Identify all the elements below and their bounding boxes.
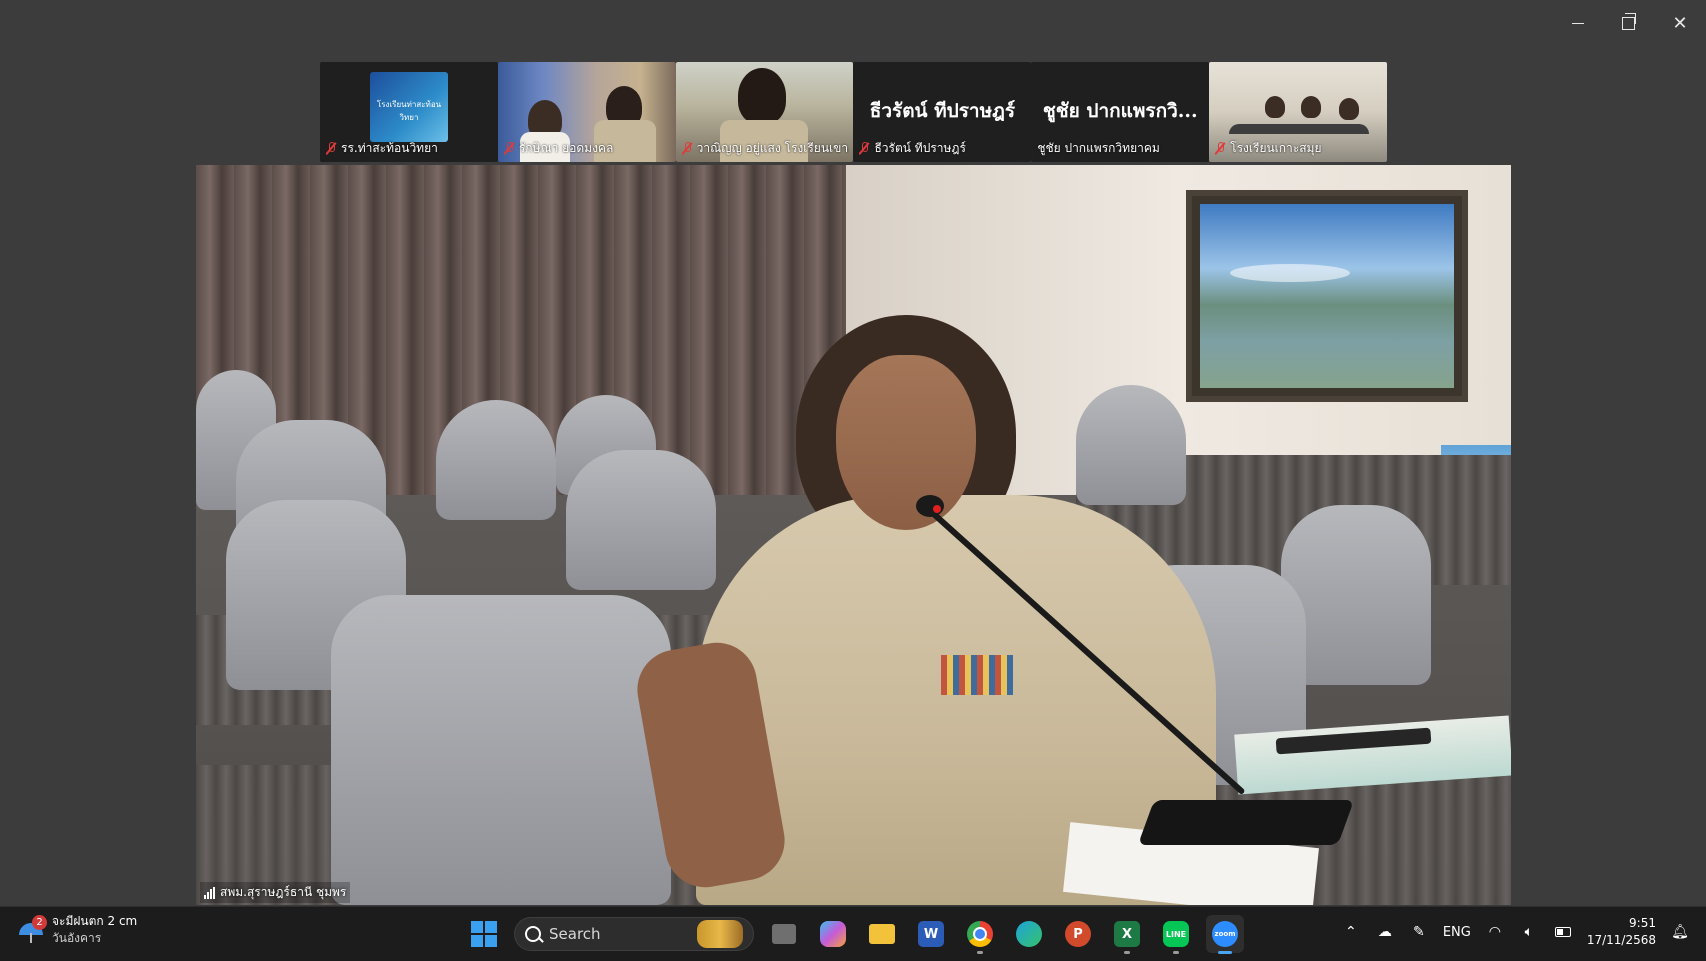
edge-icon	[1016, 921, 1042, 947]
language-indicator[interactable]: ENG	[1443, 925, 1471, 940]
landscape-painting	[1186, 190, 1468, 402]
participant-name-label: รักษิณา ยอดมงคล	[504, 139, 672, 158]
participant-name-label: ธีวรัตน์ ทีปราษฎร์	[859, 139, 1027, 158]
battery-icon[interactable]	[1553, 922, 1573, 942]
excel-button[interactable]: X	[1108, 915, 1146, 954]
weather-forecast: จะมีฝนตก 2 cm	[52, 914, 138, 928]
participant-name-label: วาณิญญ อยู่แสง โรงเรียนเขา...	[682, 139, 850, 158]
zoom-icon: zoom	[1212, 921, 1238, 947]
powerpoint-icon: P	[1065, 921, 1091, 947]
weather-text: จะมีฝนตก 2 cm วันอังคาร	[52, 913, 137, 947]
search-placeholder: Search	[549, 925, 601, 943]
participant-name: วาณิญญ อยู่แสง โรงเรียนเขา...	[696, 141, 850, 155]
chevron-up-icon: ⌃	[1344, 924, 1357, 940]
task-view-icon	[772, 924, 796, 944]
participant-name-label: รร.ท่าสะท้อนวิทยา	[326, 139, 494, 158]
zoom-button[interactable]: zoom	[1206, 915, 1244, 954]
chair	[566, 450, 716, 590]
meeting-table	[1229, 124, 1370, 134]
participant-name: โรงเรียนเกาะสมุย	[1230, 141, 1322, 155]
taskbar-apps: Search W P X LINE zoom	[465, 915, 1244, 954]
edge-button[interactable]	[1010, 915, 1048, 953]
participant-strip: โรงเรียนท่าสะท้อนวิทยา รร.ท่าสะท้อนวิทยา…	[320, 62, 1387, 162]
folder-icon	[869, 924, 895, 944]
notification-bell-icon[interactable]: 🔔︎	[1670, 922, 1690, 942]
participant-name: รักษิณา ยอดมงคล	[518, 141, 614, 155]
clock-date: 17/11/2568	[1586, 933, 1656, 947]
mic-muted-icon	[326, 142, 336, 155]
signal-bars-icon	[204, 886, 215, 899]
participant-figure	[737, 68, 786, 124]
speaker-name: สพม.สุราษฎร์ธานี ชุมพร	[220, 885, 347, 899]
notification-badge: 2	[32, 915, 47, 930]
participant-tile[interactable]: โรงเรียนเกาะสมุย	[1209, 62, 1387, 162]
microphone-base	[1137, 800, 1355, 845]
participant-tile[interactable]: วาณิญญ อยู่แสง โรงเรียนเขา...	[675, 62, 854, 162]
search-highlight-icon	[697, 920, 743, 948]
search-box[interactable]: Search	[514, 917, 754, 951]
pen-input-icon[interactable]: ✎	[1409, 922, 1429, 942]
mic-muted-icon	[859, 142, 869, 155]
word-button[interactable]: W	[912, 915, 950, 953]
participant-figure	[1301, 96, 1322, 118]
participant-tile[interactable]: รักษิณา ยอดมงคล	[497, 62, 676, 162]
windows-logo-icon	[471, 921, 497, 947]
powerpoint-button[interactable]: P	[1059, 915, 1097, 953]
wifi-icon[interactable]: ◠	[1485, 922, 1505, 942]
restore-icon	[1621, 12, 1636, 30]
mic-muted-icon	[682, 142, 692, 155]
close-icon: ✕	[1672, 12, 1688, 34]
file-explorer-button[interactable]	[863, 915, 901, 953]
participant-name: ธีวรัตน์ ทีปราษฎร์	[874, 141, 966, 155]
close-button[interactable]: ✕	[1660, 10, 1700, 36]
copilot-icon	[820, 921, 846, 947]
speaker-name-label: สพม.สุราษฎร์ธานี ชุมพร	[200, 882, 351, 903]
line-button[interactable]: LINE	[1157, 915, 1195, 954]
minimize-icon	[1572, 22, 1584, 24]
participant-display-name: ชูชัย ปากแพรกวิ...	[1042, 100, 1198, 122]
logo-text: โรงเรียนท่าสะท้อนวิทยา	[376, 100, 442, 122]
copilot-button[interactable]	[814, 915, 852, 953]
chrome-icon	[967, 921, 993, 947]
minimize-button[interactable]	[1558, 10, 1598, 36]
onedrive-icon[interactable]: ☁	[1375, 922, 1395, 942]
task-view-button[interactable]	[765, 915, 803, 953]
umbrella-icon: 2	[18, 915, 47, 943]
participant-figure	[1339, 98, 1360, 120]
school-logo: โรงเรียนท่าสะท้อนวิทยา	[370, 72, 448, 142]
participant-tile[interactable]: ธีวรัตน์ ทีปราษฎร์ ธีวรัตน์ ทีปราษฎร์	[853, 62, 1032, 162]
participant-tile[interactable]: โรงเรียนท่าสะท้อนวิทยา รร.ท่าสะท้อนวิทยา	[320, 62, 498, 162]
show-hidden-icons-button[interactable]: ⌃	[1341, 922, 1361, 942]
search-icon	[525, 926, 541, 942]
participant-name: ชูชัย ปากแพรกวิทยาคม	[1037, 141, 1160, 155]
participant-tile[interactable]: ชูชัย ปากแพรกวิ... ชูชัย ปากแพรกวิทยาคม	[1031, 62, 1210, 162]
chair	[436, 400, 556, 520]
chair	[1076, 385, 1186, 505]
main-speaker-video[interactable]: สพม.สุราษฎร์ธานี ชุมพร	[196, 165, 1511, 905]
mic-muted-icon	[1215, 142, 1225, 155]
weather-day: วันอังคาร	[52, 931, 102, 945]
clock-time: 9:51	[1629, 916, 1656, 930]
chrome-button[interactable]	[961, 915, 999, 954]
participant-name-label: ชูชัย ปากแพรกวิทยาคม	[1037, 139, 1205, 158]
weather-widget[interactable]: 2 จะมีฝนตก 2 cm วันอังคาร	[18, 913, 137, 947]
system-tray: ⌃ ☁ ✎ ENG ◠ 🔈︎ 9:51 17/11/2568 🔔︎	[1341, 915, 1690, 949]
start-button[interactable]	[465, 915, 503, 953]
participant-name: รร.ท่าสะท้อนวิทยา	[341, 141, 438, 155]
line-icon: LINE	[1163, 921, 1189, 947]
chair	[331, 595, 671, 905]
clock[interactable]: 9:51 17/11/2568	[1587, 915, 1656, 949]
taskbar: 2 จะมีฝนตก 2 cm วันอังคาร Search W P X L…	[0, 906, 1706, 961]
word-icon: W	[918, 921, 944, 947]
restore-button[interactable]	[1608, 10, 1648, 36]
participant-name-label: โรงเรียนเกาะสมุย	[1215, 139, 1383, 158]
excel-icon: X	[1114, 921, 1140, 947]
microphone-indicator	[933, 505, 941, 513]
mic-muted-icon	[504, 142, 514, 155]
participant-display-name: ธีวรัตน์ ทีปราษฎร์	[869, 100, 1016, 122]
volume-icon[interactable]: 🔈︎	[1519, 922, 1539, 942]
participant-figure	[1265, 96, 1286, 118]
uniform-ribbon-bar	[941, 655, 1013, 695]
speaker-face	[836, 355, 976, 530]
